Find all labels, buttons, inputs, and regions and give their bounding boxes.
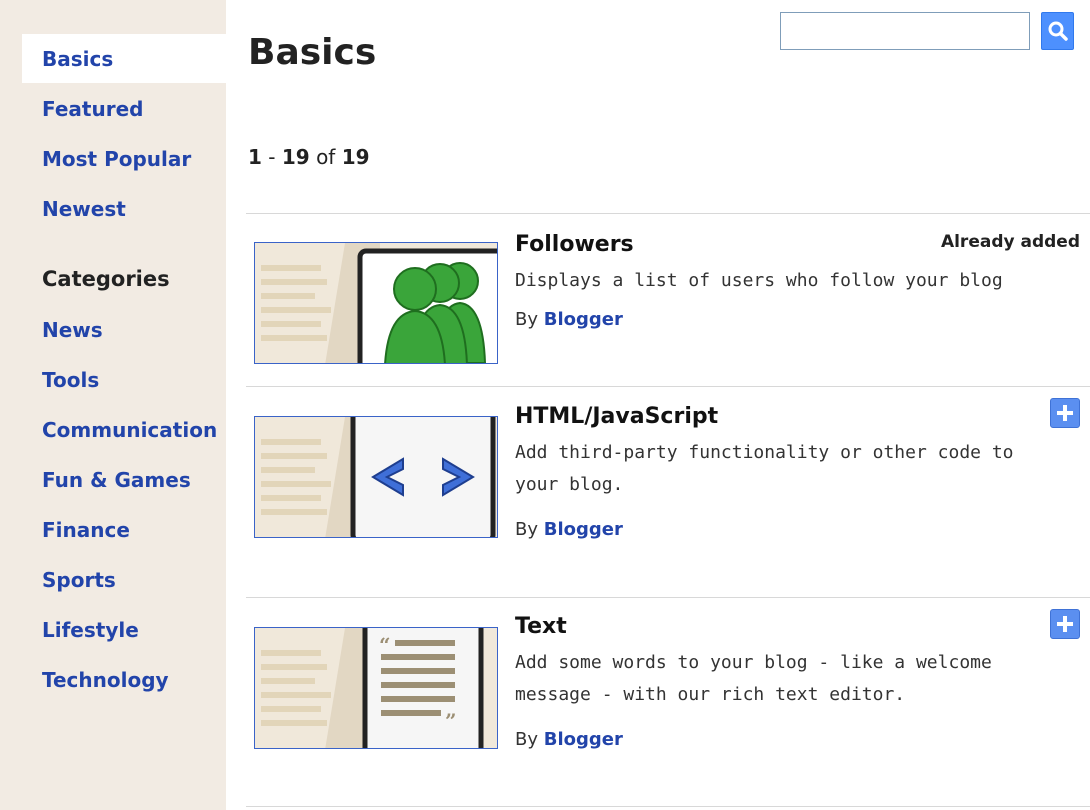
gadget-description-followers: Displays a list of users who follow your… bbox=[515, 270, 1003, 291]
sidebar-item-sports[interactable]: Sports bbox=[42, 568, 116, 592]
divider bbox=[246, 386, 1090, 387]
pager-start: 1 bbox=[248, 145, 262, 169]
sidebar-item-newest[interactable]: Newest bbox=[42, 197, 126, 221]
search-button[interactable] bbox=[1041, 12, 1074, 50]
gadget-title-html-javascript[interactable]: HTML/JavaScript bbox=[515, 404, 718, 429]
gadget-thumbnail-followers[interactable] bbox=[254, 242, 498, 364]
gadget-byline-html-javascript: By Blogger bbox=[515, 519, 623, 540]
author-link[interactable]: Blogger bbox=[544, 519, 623, 540]
sidebar-item-basics[interactable]: Basics bbox=[42, 47, 113, 71]
sidebar-item-communication[interactable]: Communication bbox=[42, 418, 217, 442]
gadget-title-followers[interactable]: Followers bbox=[515, 232, 634, 257]
divider bbox=[246, 213, 1090, 214]
by-label: By bbox=[515, 729, 539, 750]
divider bbox=[246, 806, 1090, 807]
author-link[interactable]: Blogger bbox=[544, 729, 623, 750]
by-label: By bbox=[515, 309, 539, 330]
svg-text:”: ” bbox=[445, 709, 457, 733]
categories-heading: Categories bbox=[42, 267, 170, 291]
sidebar-item-featured[interactable]: Featured bbox=[42, 97, 143, 121]
by-label: By bbox=[515, 519, 539, 540]
svg-text:“: “ bbox=[379, 633, 391, 657]
gadget-thumbnail-text[interactable]: “ ” bbox=[254, 627, 498, 749]
gadget-title-text[interactable]: Text bbox=[515, 614, 567, 639]
sidebar-item-fun-games[interactable]: Fun & Games bbox=[42, 468, 191, 492]
gadget-thumbnail-html-javascript[interactable] bbox=[254, 416, 498, 538]
pager-of-label: of bbox=[316, 145, 336, 169]
sidebar: Basics Featured Most Popular Newest Cate… bbox=[0, 0, 226, 810]
gadget-description-text: Add some words to your blog - like a wel… bbox=[515, 652, 992, 705]
pagination-summary: 1 - 19 of 19 bbox=[248, 145, 370, 169]
sidebar-item-tools[interactable]: Tools bbox=[42, 368, 99, 392]
already-added-status: Already added bbox=[940, 232, 1080, 252]
sidebar-item-technology[interactable]: Technology bbox=[42, 668, 169, 692]
search-input[interactable] bbox=[780, 12, 1030, 50]
add-gadget-button[interactable] bbox=[1050, 609, 1080, 639]
gadget-description-html-javascript: Add third-party functionality or other c… bbox=[515, 442, 1014, 495]
sidebar-item-finance[interactable]: Finance bbox=[42, 518, 130, 542]
code-icon bbox=[255, 417, 497, 537]
gadget-byline-text: By Blogger bbox=[515, 729, 623, 750]
pager-end: 19 bbox=[281, 145, 310, 169]
sidebar-item-lifestyle[interactable]: Lifestyle bbox=[42, 618, 139, 642]
divider bbox=[246, 597, 1090, 598]
followers-icon bbox=[255, 243, 497, 363]
sidebar-item-news[interactable]: News bbox=[42, 318, 103, 342]
author-link[interactable]: Blogger bbox=[544, 309, 623, 330]
add-gadget-button[interactable] bbox=[1050, 398, 1080, 428]
text-document-icon: “ ” bbox=[255, 628, 497, 748]
pager-total: 19 bbox=[341, 145, 370, 169]
search-icon bbox=[1048, 21, 1068, 41]
gadget-byline-followers: By Blogger bbox=[515, 309, 623, 330]
sidebar-item-most-popular[interactable]: Most Popular bbox=[42, 147, 191, 171]
page-title: Basics bbox=[248, 32, 377, 73]
